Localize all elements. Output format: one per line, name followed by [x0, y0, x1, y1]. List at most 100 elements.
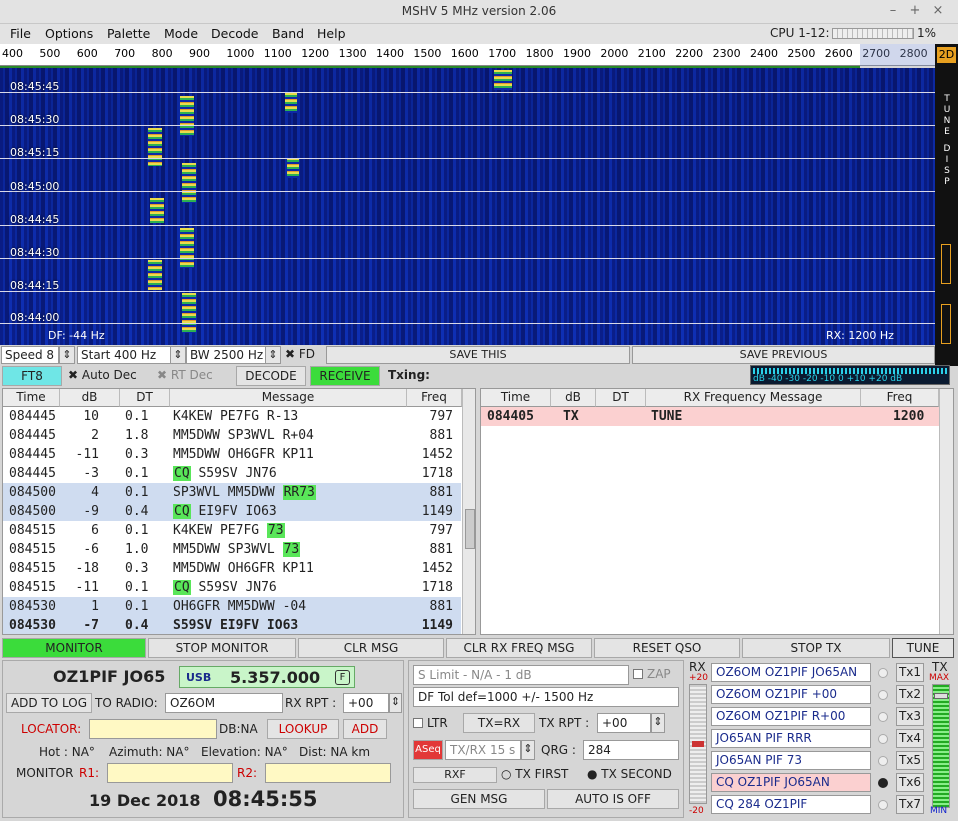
stop-tx-button[interactable]: STOP TX [742, 638, 890, 658]
col-db[interactable]: dB [60, 389, 120, 407]
rx-level-slider[interactable] [689, 684, 707, 804]
s-limit-select[interactable]: S Limit - N/A - 1 dB [413, 665, 629, 685]
decode-button[interactable]: DECODE [236, 366, 306, 386]
tx-send-button[interactable]: Tx5 [896, 751, 924, 770]
menu-palette[interactable]: Palette [107, 26, 150, 41]
rx-rpt-input[interactable]: +00 [343, 693, 389, 713]
table-row[interactable]: 084405 TX TUNE 1200 [481, 407, 939, 426]
tx-select-radio[interactable] [878, 800, 888, 810]
mode-ft8-button[interactable]: FT8 [2, 366, 62, 386]
tx-select-radio[interactable] [878, 668, 888, 678]
tx-select-radio[interactable] [878, 734, 888, 744]
tx-send-button[interactable]: Tx6 [896, 773, 924, 792]
bw-spin-arrows[interactable]: ⇕ [265, 346, 281, 364]
table-row[interactable]: 084530 1 0.1 OH6GFR MM5DWW -04 881 [3, 597, 461, 616]
col-message[interactable]: Message [170, 389, 407, 407]
tx-send-button[interactable]: Tx1 [896, 663, 924, 682]
monitor-button[interactable]: MONITOR [2, 638, 146, 658]
maximize-icon[interactable]: + [906, 3, 924, 21]
disp-slider[interactable] [941, 304, 951, 344]
zap-checkbox[interactable]: ZAP [633, 667, 671, 681]
rxf-button[interactable]: RXF [413, 767, 497, 783]
tune-slider[interactable] [941, 244, 951, 284]
lookup-button[interactable]: LOOKUP [267, 719, 339, 739]
col-time[interactable]: Time [3, 389, 60, 407]
table-row[interactable]: 084530 -7 0.4 S59SV EI9FV IO63 1149 [3, 616, 461, 634]
table-row[interactable]: 084445 2 1.8 MM5DWW SP3WVL R+04 881 [3, 426, 461, 445]
2d-toggle[interactable]: 2D [937, 47, 956, 63]
table-row[interactable]: 084445 10 0.1 K4KEW PE7FG R-13 797 [3, 407, 461, 426]
tune-button[interactable]: TUNE [892, 638, 954, 658]
tx-rx-button[interactable]: TX=RX [463, 713, 535, 733]
tx-send-button[interactable]: Tx4 [896, 729, 924, 748]
menu-help[interactable]: Help [317, 26, 346, 41]
col-freq[interactable]: Freq [407, 389, 462, 407]
close-icon[interactable]: × [929, 3, 947, 21]
to-radio-input[interactable]: OZ6OM [165, 693, 283, 713]
tx-message-field[interactable]: CQ 284 OZ1PIF [711, 795, 871, 814]
table-row[interactable]: 084515 6 0.1 K4KEW PE7FG 73 797 [3, 521, 461, 540]
tx-message-field[interactable]: JO65AN PIF RRR [711, 729, 871, 748]
period-spin[interactable]: ⇕ [521, 740, 535, 760]
tx-rpt-input[interactable]: +00 [597, 713, 651, 733]
table-row[interactable]: 084515 -18 0.3 MM5DWW OH6GFR KP11 1452 [3, 559, 461, 578]
table-row[interactable]: 084445 -3 0.1 CQ S59SV JN76 1718 [3, 464, 461, 483]
locator-input[interactable] [89, 719, 217, 739]
tx-rx-period-select[interactable]: TX/RX 15 s [445, 740, 521, 760]
tx-select-radio[interactable] [878, 756, 888, 766]
clr-msg-button[interactable]: CLR MSG [298, 638, 444, 658]
table-row[interactable]: 084445 -11 0.3 MM5DWW OH6GFR KP11 1452 [3, 445, 461, 464]
tx-message-field[interactable]: OZ6OM OZ1PIF +00 [711, 685, 871, 704]
col-db[interactable]: dB [551, 389, 596, 407]
col-dt[interactable]: DT [120, 389, 170, 407]
add-button[interactable]: ADD [343, 719, 387, 739]
add-to-log-button[interactable]: ADD TO LOG [6, 693, 92, 713]
gen-msg-button[interactable]: GEN MSG [413, 789, 545, 809]
waterfall-display[interactable]: 08:45:45 08:45:30 08:45:15 08:45:00 08:4… [0, 68, 935, 345]
start-freq-spinner[interactable]: Start 400 Hz [77, 346, 171, 364]
tx-select-radio[interactable] [878, 778, 888, 788]
auto-is-off-button[interactable]: AUTO IS OFF [547, 789, 679, 809]
qrg-input[interactable]: 284 [583, 740, 679, 760]
frequency-display[interactable]: USB 5.357.000 F [179, 666, 355, 688]
aseq-button[interactable]: ASeq [413, 740, 443, 760]
tx-message-field[interactable]: CQ OZ1PIF JO65AN [711, 773, 871, 792]
save-previous-button[interactable]: SAVE PREVIOUS [632, 346, 935, 364]
table-row[interactable]: 084515 -11 0.1 CQ S59SV JN76 1718 [3, 578, 461, 597]
col-dt[interactable]: DT [596, 389, 646, 407]
r2-input[interactable] [265, 763, 391, 783]
r1-input[interactable] [107, 763, 233, 783]
speed-spinner[interactable]: Speed 8 [1, 346, 59, 364]
table-row[interactable]: 084500 -9 0.4 CQ EI9FV IO63 1149 [3, 502, 461, 521]
tx-second-radio[interactable]: ● TX SECOND [587, 767, 672, 781]
ltr-checkbox[interactable]: LTR [413, 716, 448, 730]
menu-mode[interactable]: Mode [164, 26, 198, 41]
tx-send-button[interactable]: Tx3 [896, 707, 924, 726]
clr-rx-freq-msg-button[interactable]: CLR RX FREQ MSG [446, 638, 592, 658]
table-row[interactable]: 084515 -6 1.0 MM5DWW SP3WVL 73 881 [3, 540, 461, 559]
menu-options[interactable]: Options [45, 26, 93, 41]
menu-decode[interactable]: Decode [211, 26, 258, 41]
tx-level-thumb[interactable] [934, 693, 948, 699]
tx-select-radio[interactable] [878, 690, 888, 700]
menu-band[interactable]: Band [272, 26, 304, 41]
freq-f-button[interactable]: F [335, 670, 350, 685]
tx-send-button[interactable]: Tx7 [896, 795, 924, 814]
rx-level-thumb[interactable] [692, 741, 704, 747]
col-rx-message[interactable]: RX Frequency Message [646, 389, 861, 407]
menu-file[interactable]: File [10, 26, 31, 41]
frequency-scale[interactable]: 400 500 600 700 800 900 1000 1100 1200 1300 1400 15… [0, 44, 935, 66]
minimize-icon[interactable]: – [884, 3, 902, 21]
scroll-thumb[interactable] [465, 509, 475, 549]
tx-message-field[interactable]: OZ6OM OZ1PIF JO65AN [711, 663, 871, 682]
reset-qso-button[interactable]: RESET QSO [594, 638, 740, 658]
rt-dec-checkbox[interactable]: ✖ RT Dec [157, 368, 213, 382]
rx-rpt-spin[interactable]: ⇕ [389, 693, 402, 713]
auto-dec-checkbox[interactable]: ✖ Auto Dec [68, 368, 137, 382]
save-this-button[interactable]: SAVE THIS [326, 346, 630, 364]
table-row[interactable]: 084500 4 0.1 SP3WVL MM5DWW RR73 881 [3, 483, 461, 502]
receive-button[interactable]: RECEIVE [310, 366, 380, 386]
tx-first-radio[interactable]: ○ TX FIRST [501, 767, 568, 781]
stop-monitor-button[interactable]: STOP MONITOR [148, 638, 296, 658]
tx-message-field[interactable]: JO65AN PIF 73 [711, 751, 871, 770]
